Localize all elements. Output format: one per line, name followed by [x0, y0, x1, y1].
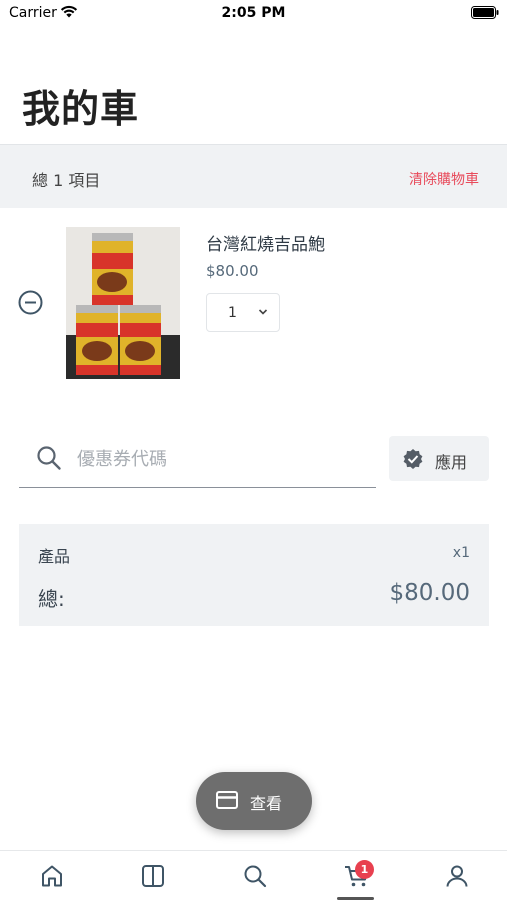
total-amount: $80.00: [389, 580, 470, 606]
status-time: 2:05 PM: [221, 5, 286, 21]
quantity-value: 1: [228, 305, 237, 321]
product-image[interactable]: [66, 227, 180, 379]
battery-icon: [471, 6, 499, 19]
clear-cart-button[interactable]: 清除購物車: [409, 169, 479, 189]
total-label: 總:: [38, 587, 65, 611]
verified-badge-icon: [403, 449, 423, 469]
product-price: $80.00: [206, 262, 259, 280]
order-totals: 產品 x1 總: $80.00: [19, 524, 489, 626]
home-icon: [42, 865, 62, 887]
products-label: 產品: [38, 547, 71, 566]
bottom-tab-bar: 1: [0, 850, 507, 900]
cart-summary-bar: 總 1 項目 清除購物車: [0, 144, 507, 208]
coupon-field: [19, 433, 376, 488]
account-icon: [446, 865, 468, 887]
tab-search[interactable]: [225, 851, 285, 900]
search-icon: [244, 865, 267, 888]
coupon-code-input[interactable]: [77, 442, 367, 476]
chevron-down-icon: [258, 309, 268, 315]
card-icon: [216, 791, 238, 809]
checkout-view-button[interactable]: 查看: [196, 772, 312, 830]
apply-coupon-label: 應用: [435, 455, 468, 472]
quantity-select[interactable]: 1: [206, 293, 280, 332]
catalog-icon: [142, 865, 164, 887]
tab-cart[interactable]: 1: [326, 851, 386, 900]
status-bar: Carrier 2:05 PM: [0, 0, 507, 30]
tab-home[interactable]: [22, 851, 82, 900]
tab-account[interactable]: [427, 851, 487, 900]
page-title: 我的車: [22, 87, 140, 131]
tab-catalog[interactable]: [123, 851, 183, 900]
product-name[interactable]: 台灣紅燒吉品鮑: [206, 230, 325, 255]
search-icon: [37, 446, 61, 470]
product-cans-image: [66, 227, 180, 379]
checkout-view-label: 查看: [250, 796, 283, 813]
cart-badge: 1: [355, 860, 374, 879]
remove-item-icon[interactable]: [18, 290, 43, 315]
item-count-label: 總 1 項目: [32, 171, 101, 190]
cart-item: 台灣紅燒吉品鮑 $80.00 1: [0, 208, 507, 393]
products-count: x1: [452, 545, 470, 561]
apply-coupon-button[interactable]: 應用: [389, 436, 489, 481]
